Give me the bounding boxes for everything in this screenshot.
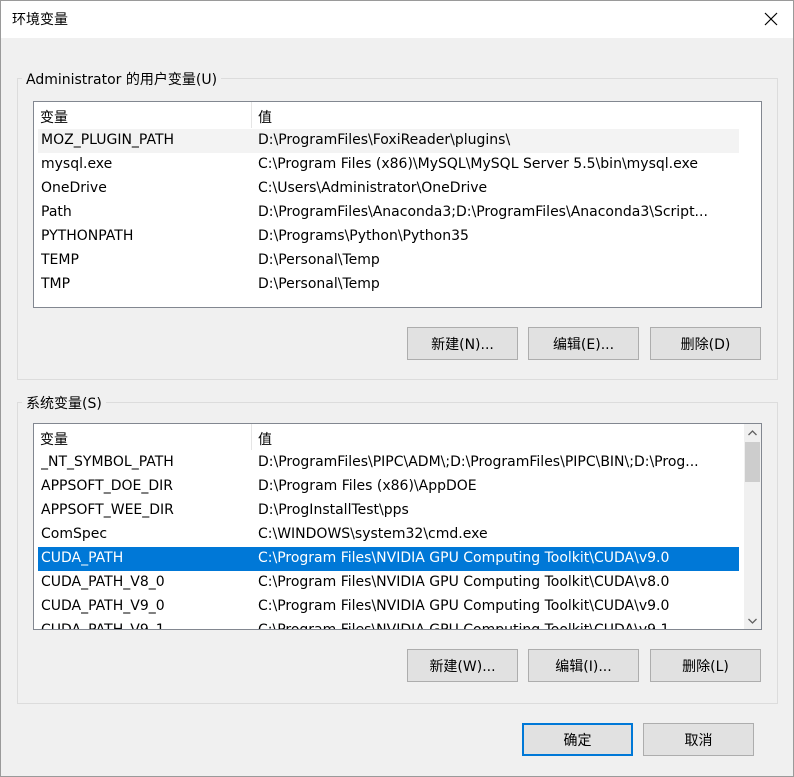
user-variable-rows: MOZ_PLUGIN_PATH D:\ProgramFiles\FoxiReade… — [38, 129, 739, 297]
column-header-value[interactable]: 值 — [258, 107, 272, 127]
user-variables-label: Administrator 的用户变量(U) — [22, 69, 222, 89]
system-variables-list[interactable]: 变量 值 _NT_SYMBOL_PATH D:\ProgramFiles\PIPC… — [33, 423, 762, 630]
table-row[interactable]: CUDA_PATH_V9_1 C:\Program Files\NVIDIA GP… — [38, 619, 739, 630]
user-variables-list[interactable]: 变量 值 MOZ_PLUGIN_PATH D:\ProgramFiles\Foxi… — [33, 101, 762, 308]
variable-name-cell: OneDrive — [41, 180, 107, 196]
variable-value-cell: D:\Programs\Python\Python35 — [258, 228, 469, 244]
system-variable-rows: _NT_SYMBOL_PATH D:\ProgramFiles\PIPC\ADM\… — [38, 451, 739, 630]
list-header: 变量 值 — [34, 424, 761, 450]
variable-name-cell: CUDA_PATH_V8_0 — [41, 574, 165, 590]
table-row[interactable]: TEMP D:\Personal\Temp — [38, 249, 739, 273]
close-icon — [764, 12, 778, 26]
table-row[interactable]: CUDA_PATH_V8_0 C:\Program Files\NVIDIA GP… — [38, 571, 739, 595]
column-separator[interactable] — [251, 424, 252, 450]
scroll-up-button[interactable] — [744, 424, 761, 441]
scroll-up-arrow-icon — [748, 429, 757, 435]
table-row[interactable]: CUDA_PATH_V9_0 C:\Program Files\NVIDIA GP… — [38, 595, 739, 619]
table-row[interactable]: mysql.exe C:\Program Files (x86)\MySQL\My… — [38, 153, 739, 177]
variable-name-cell: TMP — [41, 276, 71, 292]
table-row[interactable]: _NT_SYMBOL_PATH D:\ProgramFiles\PIPC\ADM\… — [38, 451, 739, 475]
system-new-button[interactable]: 新建(W)... — [407, 649, 518, 682]
variable-name-cell: PYTHONPATH — [41, 228, 134, 244]
variable-value-cell: C:\Program Files\NVIDIA GPU Computing To… — [258, 598, 670, 614]
user-delete-button[interactable]: 删除(D) — [650, 327, 761, 360]
variable-name-cell: _NT_SYMBOL_PATH — [41, 454, 174, 470]
variable-value-cell: C:\Program Files\NVIDIA GPU Computing To… — [258, 574, 670, 590]
variable-name-cell: CUDA_PATH — [41, 550, 124, 566]
table-row[interactable]: APPSOFT_WEE_DIR D:\ProgInstallTest\pps — [38, 499, 739, 523]
variable-value-cell: D:\ProgramFiles\FoxiReader\plugins\ — [258, 132, 511, 148]
variable-value-cell: D:\Personal\Temp — [258, 252, 380, 268]
table-row[interactable]: PYTHONPATH D:\Programs\Python\Python35 — [38, 225, 739, 249]
variable-name-cell: MOZ_PLUGIN_PATH — [41, 132, 175, 148]
variable-value-cell: C:\Program Files\NVIDIA GPU Computing To… — [258, 622, 670, 630]
variable-name-cell: APPSOFT_WEE_DIR — [41, 502, 174, 518]
close-button[interactable] — [748, 0, 794, 38]
window-title: 环境变量 — [12, 12, 68, 28]
variable-value-cell: D:\Program Files (x86)\AppDOE — [258, 478, 477, 494]
column-header-name[interactable]: 变量 — [40, 107, 68, 127]
title-bar: 环境变量 — [0, 0, 794, 38]
column-header-value[interactable]: 值 — [258, 429, 272, 449]
scrollbar-thumb[interactable] — [745, 442, 760, 482]
scroll-down-button[interactable] — [744, 612, 761, 629]
column-header-name[interactable]: 变量 — [40, 429, 68, 449]
variable-name-cell: Path — [41, 204, 72, 220]
cancel-button[interactable]: 取消 — [643, 723, 754, 756]
variable-name-cell: TEMP — [41, 252, 79, 268]
table-row[interactable]: APPSOFT_DOE_DIR D:\Program Files (x86)\Ap… — [38, 475, 739, 499]
variable-value-cell: D:\ProgramFiles\Anaconda3;D:\ProgramFile… — [258, 204, 708, 220]
variable-value-cell: C:\WINDOWS\system32\cmd.exe — [258, 526, 488, 542]
table-row[interactable]: TMP D:\Personal\Temp — [38, 273, 739, 297]
variable-value-cell: D:\ProgInstallTest\pps — [258, 502, 409, 518]
table-row[interactable]: ComSpec C:\WINDOWS\system32\cmd.exe — [38, 523, 739, 547]
vertical-scrollbar[interactable] — [744, 424, 761, 629]
variable-value-cell: D:\Personal\Temp — [258, 276, 380, 292]
variable-name-cell: CUDA_PATH_V9_1 — [41, 622, 165, 630]
table-row[interactable]: OneDrive C:\Users\Administrator\OneDrive — [38, 177, 739, 201]
variable-value-cell: C:\Program Files\NVIDIA GPU Computing To… — [258, 550, 670, 566]
table-row[interactable]: CUDA_PATH C:\Program Files\NVIDIA GPU Com… — [38, 547, 739, 571]
user-new-button[interactable]: 新建(N)... — [407, 327, 518, 360]
system-variables-label: 系统变量(S) — [22, 393, 106, 413]
table-row[interactable]: Path D:\ProgramFiles\Anaconda3;D:\Program… — [38, 201, 739, 225]
variable-value-cell: C:\Program Files (x86)\MySQL\MySQL Serve… — [258, 156, 698, 172]
variable-name-cell: mysql.exe — [41, 156, 113, 172]
variable-name-cell: APPSOFT_DOE_DIR — [41, 478, 174, 494]
system-edit-button[interactable]: 编辑(I)... — [528, 649, 639, 682]
system-delete-button[interactable]: 删除(L) — [650, 649, 761, 682]
list-header: 变量 值 — [34, 102, 761, 128]
user-edit-button[interactable]: 编辑(E)... — [528, 327, 639, 360]
scroll-down-arrow-icon — [748, 618, 757, 624]
ok-button[interactable]: 确定 — [522, 723, 633, 756]
variable-value-cell: D:\ProgramFiles\PIPC\ADM\;D:\ProgramFile… — [258, 454, 699, 470]
variable-value-cell: C:\Users\Administrator\OneDrive — [258, 180, 488, 196]
variable-name-cell: CUDA_PATH_V9_0 — [41, 598, 165, 614]
table-row[interactable]: MOZ_PLUGIN_PATH D:\ProgramFiles\FoxiReade… — [38, 129, 739, 153]
variable-name-cell: ComSpec — [41, 526, 108, 542]
column-separator[interactable] — [251, 102, 252, 128]
